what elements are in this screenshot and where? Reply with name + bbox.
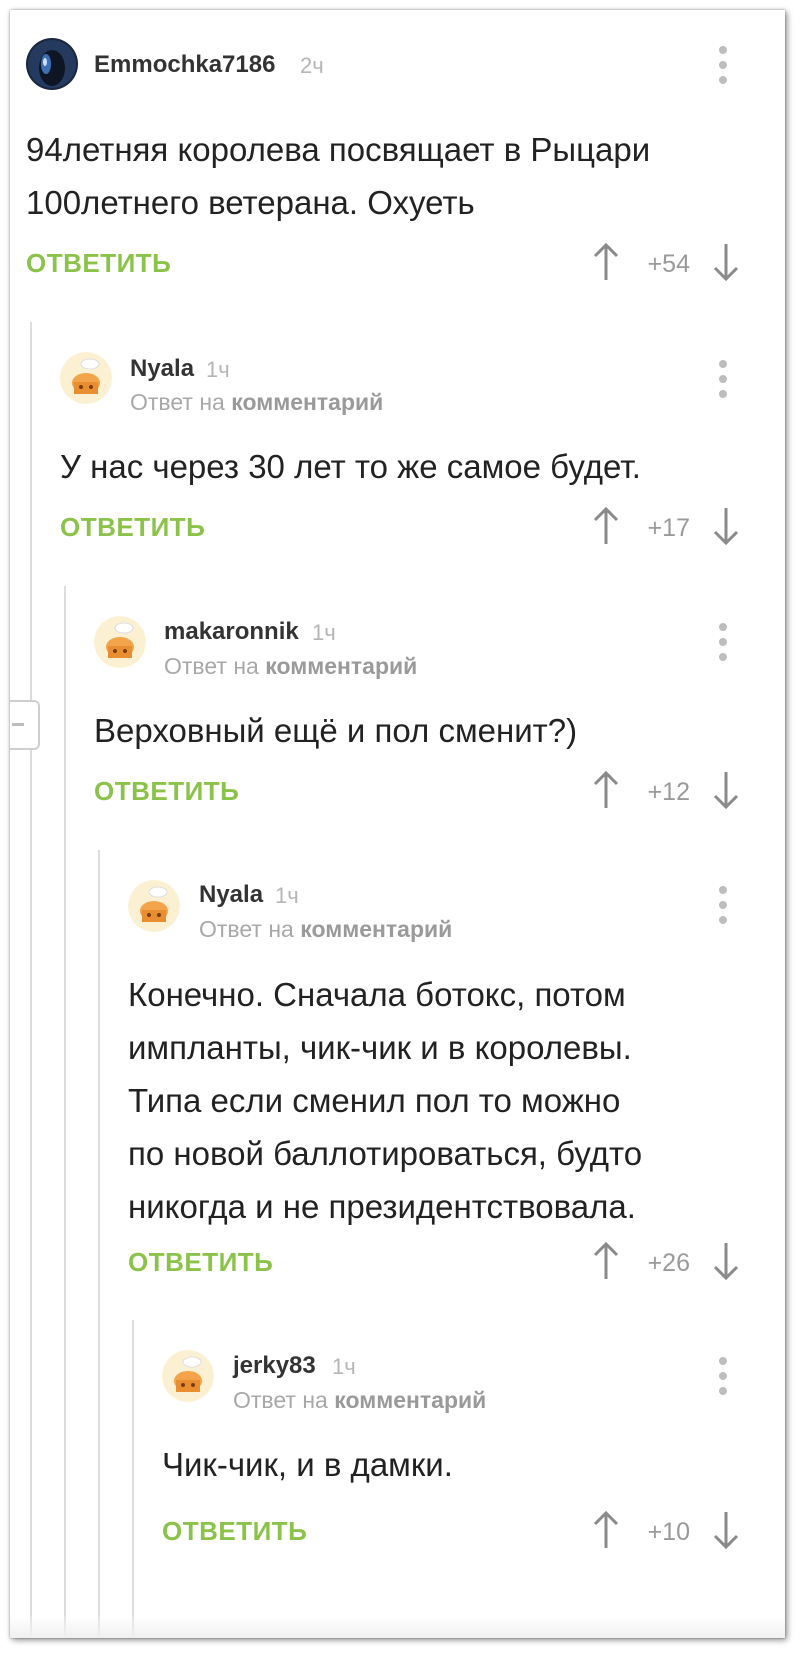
bottom-fade [10, 1616, 785, 1638]
reply-to-info: Ответ на комментарий [164, 653, 417, 680]
comment-score: +10 [647, 1518, 690, 1546]
comment-body-line: 94летняя королева посвящает в Рыцари [26, 131, 651, 168]
reply-to-info: Ответ на комментарий [199, 916, 452, 943]
more-options-icon[interactable] [716, 1357, 730, 1395]
comment-score: +12 [647, 778, 690, 806]
comment-time: 1ч [206, 357, 230, 382]
comment-score: +54 [647, 250, 690, 278]
comment-username[interactable]: Nyala [199, 881, 263, 909]
downvote-arrow-icon[interactable] [711, 1510, 741, 1550]
comment-username[interactable]: Nyala [130, 355, 194, 383]
comment-body: 94летняя королева посвящает в Рыцари 100… [26, 123, 746, 229]
comment-username[interactable]: makaronnik [164, 618, 299, 646]
more-options-icon[interactable] [716, 360, 730, 398]
reply-button[interactable]: ОТВЕТИТЬ [128, 1247, 273, 1278]
comment-body-line: Конечно. Сначала ботокс, потом [128, 976, 626, 1013]
reply-to-comment-link[interactable]: комментарий [231, 389, 383, 415]
reply-button[interactable]: ОТВЕТИТЬ [26, 248, 171, 279]
comment-body-line: импланты, чик-чик и в королевы. [128, 1029, 632, 1066]
thread-line-level-2 [64, 586, 66, 1638]
upvote-arrow-icon[interactable] [591, 1510, 621, 1550]
comment-time: 1ч [332, 1354, 356, 1379]
upvote-arrow-icon[interactable] [591, 1241, 621, 1281]
thread-line-level-3 [98, 850, 100, 1638]
reply-to-prefix: Ответ на [199, 916, 294, 942]
reply-button[interactable]: ОТВЕТИТЬ [60, 512, 205, 543]
reply-to-info: Ответ на комментарий [233, 1387, 486, 1414]
default-chef-avatar-icon[interactable] [162, 1350, 214, 1402]
reply-to-comment-link[interactable]: комментарий [300, 916, 452, 942]
upvote-arrow-icon[interactable] [591, 770, 621, 810]
reply-to-comment-link[interactable]: комментарий [334, 1387, 486, 1413]
reply-to-prefix: Ответ на [164, 653, 259, 679]
reply-to-comment-link[interactable]: комментарий [265, 653, 417, 679]
default-chef-avatar-icon[interactable] [60, 352, 112, 404]
comment-body-line: У нас через 30 лет то же самое будет. [60, 448, 641, 485]
comment-score: +26 [647, 1249, 690, 1277]
reply-button[interactable]: ОТВЕТИТЬ [94, 776, 239, 807]
collapse-thread-button[interactable] [10, 700, 40, 750]
comment-time: 1ч [312, 620, 336, 645]
comment-body-line: по новой баллотироваться, будто [128, 1135, 643, 1172]
comment-time: 2ч [300, 53, 324, 78]
comment-body-line: Чик-чик, и в дамки. [162, 1446, 453, 1483]
comment-body-line: Верховный ещё и пол сменит?) [94, 712, 578, 749]
downvote-arrow-icon[interactable] [711, 242, 741, 282]
reply-button[interactable]: ОТВЕТИТЬ [162, 1516, 307, 1547]
thread-line-level-4 [132, 1320, 134, 1638]
more-options-icon[interactable] [716, 46, 730, 84]
comment-username[interactable]: Emmochka7186 [94, 51, 275, 79]
reply-to-prefix: Ответ на [130, 389, 225, 415]
comment-body: Чик-чик, и в дамки. [162, 1438, 752, 1491]
comment-body: У нас через 30 лет то же самое будет. [60, 440, 750, 493]
upvote-arrow-icon[interactable] [591, 506, 621, 546]
downvote-arrow-icon[interactable] [711, 1241, 741, 1281]
dark-blue-avatar-icon[interactable] [26, 38, 78, 90]
comment-body: Верховный ещё и пол сменит?) [94, 704, 754, 757]
comment-body-line: Типа если сменил пол то можно [128, 1082, 621, 1119]
comments-screen: Emmochka7186 2ч 94летняя королева посвящ… [10, 10, 785, 1638]
reply-to-prefix: Ответ на [233, 1387, 328, 1413]
comment-body-line: 100летнего ветерана. Охуеть [26, 184, 475, 221]
comment-time: 1ч [275, 883, 299, 908]
upvote-arrow-icon[interactable] [591, 242, 621, 282]
default-chef-avatar-icon[interactable] [94, 616, 146, 668]
downvote-arrow-icon[interactable] [711, 506, 741, 546]
thread-line-level-1 [30, 322, 32, 1638]
comment-body: Конечно. Сначала ботокс, потом импланты,… [128, 968, 758, 1233]
comment-body-line: никогда и не президентствовала. [128, 1188, 636, 1225]
more-options-icon[interactable] [716, 623, 730, 661]
downvote-arrow-icon[interactable] [711, 770, 741, 810]
more-options-icon[interactable] [716, 886, 730, 924]
reply-to-info: Ответ на комментарий [130, 389, 383, 416]
comment-score: +17 [647, 514, 690, 542]
comment-username[interactable]: jerky83 [233, 1352, 316, 1380]
default-chef-avatar-icon[interactable] [128, 880, 180, 932]
